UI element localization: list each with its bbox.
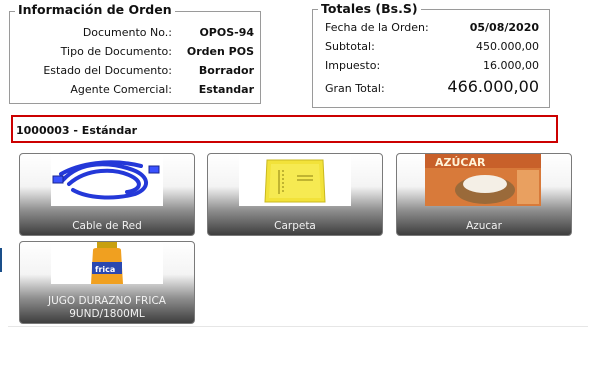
product-name: Cable de Red: [72, 220, 142, 232]
folder-product-image: [239, 154, 351, 206]
sales-agent-value: Estandar: [198, 83, 254, 96]
product-tile-juice[interactable]: frica JUGO DURAZNO FRICA 9UND/1800ML: [19, 241, 195, 324]
business-partner-field[interactable]: 1000003 - Estándar: [11, 115, 558, 143]
tax-value: 16.000,00: [483, 59, 539, 72]
sales-agent-label: Agente Comercial:: [70, 83, 172, 96]
order-date-label: Fecha de la Orden:: [325, 21, 429, 34]
product-tile-cable[interactable]: Cable de Red: [19, 153, 195, 236]
document-type-value: Orden POS: [186, 45, 254, 58]
product-name: Carpeta: [274, 220, 316, 232]
svg-text:AZÚCAR: AZÚCAR: [435, 156, 486, 169]
product-name-line2: 9UND/1800ML: [69, 308, 145, 320]
svg-text:frica: frica: [95, 265, 115, 274]
juice-product-image: frica: [51, 242, 163, 284]
panel-edge-marker: [0, 248, 2, 272]
grand-total-label: Gran Total:: [325, 82, 385, 95]
product-tile-folder[interactable]: Carpeta: [207, 153, 383, 236]
totals-legend: Totales (Bs.S): [318, 1, 421, 16]
document-number-label: Documento No.:: [82, 26, 172, 39]
order-info-legend: Información de Orden: [15, 2, 175, 17]
subtotal-label: Subtotal:: [325, 40, 375, 53]
totals-panel: Totales (Bs.S) Fecha de la Orden: 05/08/…: [312, 1, 550, 108]
cable-product-image: [51, 154, 163, 206]
grand-total-value: 466.000,00: [447, 77, 539, 96]
product-tile-sugar[interactable]: AZÚCAR Azucar: [396, 153, 572, 236]
business-partner-text: 1000003 - Estándar: [16, 124, 138, 137]
order-date-value: 05/08/2020: [469, 21, 539, 34]
order-info-panel: Información de Orden Documento No.: OPOS…: [9, 2, 261, 104]
document-number-value: OPOS-94: [199, 26, 254, 39]
subtotal-value: 450.000,00: [476, 40, 539, 53]
document-status-label: Estado del Documento:: [43, 64, 172, 77]
divider: [8, 326, 588, 327]
tax-label: Impuesto:: [325, 59, 381, 72]
document-status-value: Borrador: [198, 64, 254, 77]
document-type-label: Tipo de Documento:: [60, 45, 172, 58]
product-name-line1: JUGO DURAZNO FRICA: [48, 295, 166, 307]
product-name: Azucar: [466, 220, 502, 232]
sugar-product-image: AZÚCAR: [425, 154, 541, 206]
